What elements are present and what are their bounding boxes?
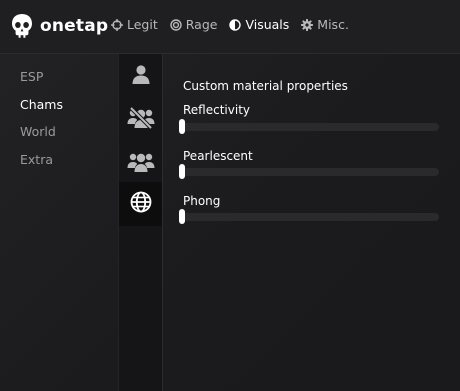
slider-handle[interactable]: [179, 209, 185, 224]
top-bar: onetap Legit Rage Visuals Misc.: [0, 0, 460, 54]
sidebar-item-esp[interactable]: ESP: [20, 69, 43, 84]
nav-legit[interactable]: Legit: [111, 17, 158, 32]
tab-local-player[interactable]: [119, 54, 162, 98]
logo: onetap: [11, 11, 108, 41]
sidebar: ESP Chams World Extra: [0, 54, 118, 391]
users-hidden-icon: [127, 106, 155, 133]
slider-pearlescent[interactable]: [179, 164, 439, 179]
slider-label-phong: Phong: [183, 194, 221, 208]
tab-hidden-players[interactable]: [119, 98, 162, 142]
sidebar-item-extra[interactable]: Extra: [20, 152, 53, 167]
chams-tab-column: [118, 54, 163, 391]
logo-text: onetap: [40, 16, 109, 36]
sidebar-item-chams[interactable]: Chams: [20, 97, 63, 112]
main-nav: Legit Rage Visuals Misc.: [111, 17, 361, 32]
target-icon: [170, 18, 186, 31]
nav-legit-label: Legit: [127, 17, 158, 32]
user-icon: [131, 64, 151, 88]
slider-label-pearlescent: Pearlescent: [183, 149, 253, 163]
skull-logo-icon: [11, 13, 33, 39]
tab-visible-players[interactable]: [119, 142, 162, 186]
nav-misc-label: Misc.: [317, 17, 349, 32]
slider-reflectivity[interactable]: [179, 119, 439, 134]
gear-icon: [301, 18, 317, 31]
nav-visuals[interactable]: Visuals: [229, 17, 289, 32]
section-title: Custom material properties: [183, 79, 348, 93]
globe-icon: [130, 191, 152, 217]
half-circle-icon: [229, 18, 245, 31]
nav-rage-label: Rage: [185, 17, 218, 32]
nav-misc[interactable]: Misc.: [301, 17, 349, 32]
crosshair-icon: [111, 18, 127, 31]
nav-rage[interactable]: Rage: [170, 17, 218, 32]
tab-world-chams[interactable]: [119, 182, 162, 226]
nav-visuals-label: Visuals: [245, 17, 290, 32]
app-window: onetap Legit Rage Visuals Misc. ESP Cham…: [0, 0, 460, 391]
slider-label-reflectivity: Reflectivity: [183, 103, 251, 117]
slider-phong[interactable]: [179, 209, 439, 224]
slider-handle[interactable]: [179, 119, 185, 134]
users-group-icon: [127, 151, 155, 177]
content-panel: Custom material properties Reflectivity …: [162, 54, 460, 391]
sidebar-item-world[interactable]: World: [20, 124, 56, 139]
slider-handle[interactable]: [179, 164, 185, 179]
